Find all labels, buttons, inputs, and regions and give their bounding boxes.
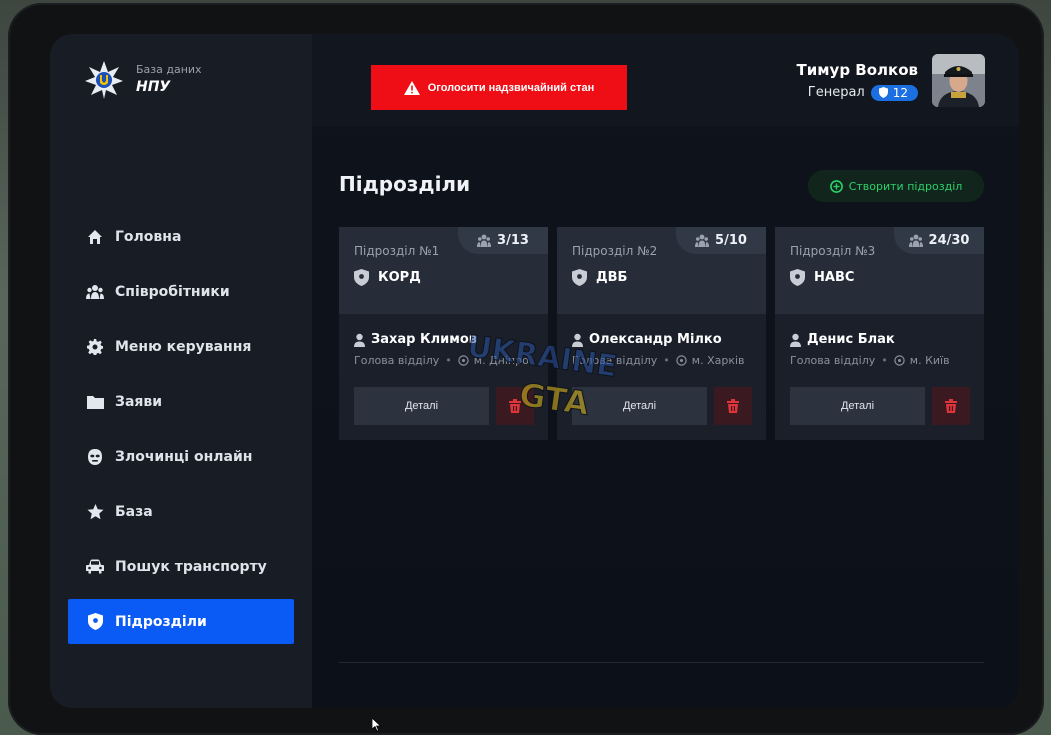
sidebar-item-label: Меню керування [115,338,252,355]
car-icon [86,558,104,576]
create-unit-button[interactable]: Створити підрозділ [808,170,984,202]
trash-icon [509,399,521,413]
unit-head-name: Захар Климов [371,332,478,347]
sidebar-item-employees[interactable]: Співробітники [68,269,294,314]
sidebar-item-units[interactable]: Підрозділи [68,599,294,644]
brand-title: НПУ [136,79,171,95]
unit-shield-icon [790,269,805,286]
mouse-cursor-icon [372,718,382,732]
mask-icon [86,448,104,466]
delete-button[interactable] [932,387,970,425]
unit-number: Підрозділ №1 [354,244,440,258]
sidebar-item-label: Підрозділи [115,613,207,630]
unit-head-role: Голова відділу [354,354,440,367]
unit-city: м. Харків [691,354,745,367]
members-icon [477,234,492,247]
unit-city: м. Дніпро [473,354,529,367]
bottom-divider [339,662,984,663]
tablet-screen: База даних НПУ Головна Співробітники Мен… [50,34,1019,708]
brand-subtitle: База даних [136,63,202,76]
sidebar-item-label: База [115,503,153,520]
delete-button[interactable] [496,387,534,425]
location-pin-icon [458,355,469,366]
home-icon [86,228,104,246]
unit-city: м. Київ [909,354,950,367]
delete-button[interactable] [714,387,752,425]
sidebar-item-label: Головна [115,228,182,245]
unit-card: 24/30 Підрозділ №3 НАВС Денис Блак Голов… [775,227,984,440]
unit-count-text: 5/10 [715,233,747,248]
police-star-logo-icon [85,61,123,99]
trash-icon [945,399,957,413]
star-icon [86,503,104,521]
details-button[interactable]: Деталі [790,387,925,425]
create-unit-label: Створити підрозділ [848,179,963,193]
unit-count-text: 3/13 [497,233,529,248]
folder-icon [86,393,104,411]
unit-name: ДВБ [596,270,628,285]
person-icon [572,333,583,347]
trash-icon [727,399,739,413]
page-title: Підрозділи [339,172,471,196]
unit-shield-icon [572,269,587,286]
sidebar-item-criminals-online[interactable]: Злочинці онлайн [68,434,294,479]
person-icon [790,333,801,347]
sidebar-item-label: Співробітники [115,283,230,300]
user-rank: Генерал [807,85,865,100]
declare-emergency-label: Оголосити надзвичайний стан [427,81,595,94]
members-icon [695,234,710,247]
sidebar-item-applications[interactable]: Заяви [68,379,294,424]
unit-shield-icon [354,269,369,286]
warning-icon [403,80,420,95]
details-button[interactable]: Деталі [572,387,707,425]
badge-number-pill: 12 [870,84,918,101]
unit-member-count: 5/10 [676,227,766,254]
sidebar-item-database[interactable]: База [68,489,294,534]
unit-head-role: Голова відділу [572,354,658,367]
sidebar-item-label: Пошук транспорту [115,558,267,575]
unit-member-count: 24/30 [894,227,984,254]
user-profile: Тимур Волков Генерал 12 [797,54,985,107]
sidebar-item-control-menu[interactable]: Меню керування [68,324,294,369]
unit-member-count: 3/13 [458,227,548,254]
users-icon [86,283,104,301]
sidebar: База даних НПУ Головна Співробітники Мен… [50,34,312,708]
sidebar-item-label: Злочинці онлайн [115,448,253,465]
unit-head-name: Денис Блак [807,332,895,347]
avatar[interactable] [932,54,985,107]
badge-number: 12 [892,85,908,100]
unit-count-text: 24/30 [928,233,970,248]
plus-circle-icon [829,179,843,193]
location-pin-icon [676,355,687,366]
sidebar-item-label: Заяви [115,393,163,410]
unit-name: НАВС [814,270,855,285]
person-icon [354,333,365,347]
unit-name: КОРД [378,270,421,285]
sidebar-item-vehicle-search[interactable]: Пошук транспорту [68,544,294,589]
sidebar-item-home[interactable]: Головна [68,214,294,259]
unit-number: Підрозділ №2 [572,244,658,258]
details-button[interactable]: Деталі [354,387,489,425]
location-pin-icon [894,355,905,366]
members-icon [908,234,923,247]
shield-icon [86,613,104,631]
unit-card: 3/13 Підрозділ №1 КОРД Захар Климов Голо… [339,227,548,440]
declare-emergency-button[interactable]: Оголосити надзвичайний стан [371,65,627,110]
unit-head-role: Голова відділу [790,354,876,367]
badge-shield-icon [878,87,888,98]
gear-icon [86,338,104,356]
unit-head-name: Олександр Мілко [589,332,722,347]
unit-number: Підрозділ №3 [790,244,876,258]
unit-card: 5/10 Підрозділ №2 ДВБ Олександр Мілко Го… [557,227,766,440]
brand: База даних НПУ [84,60,202,100]
user-name: Тимур Волков [796,60,918,79]
